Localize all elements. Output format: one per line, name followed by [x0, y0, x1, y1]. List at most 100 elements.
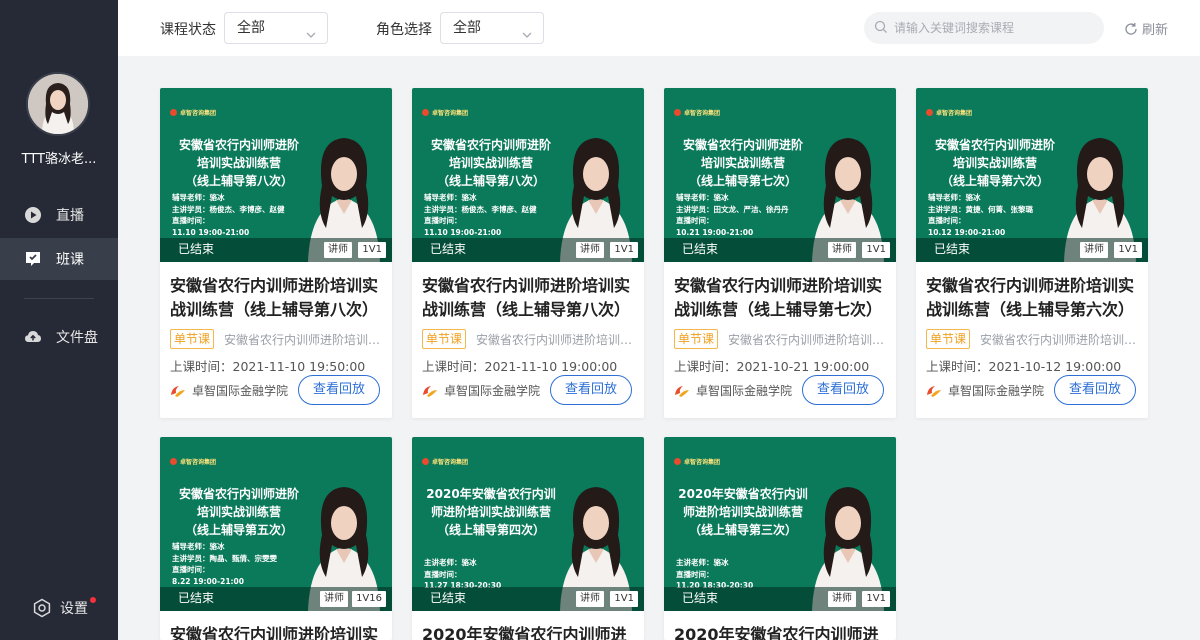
role-tag: 讲师	[576, 591, 604, 607]
org-logo-icon	[926, 384, 942, 398]
role-select[interactable]: 全部	[440, 12, 544, 44]
course-cover: 卓智咨询集团 安徽省农行内训师进阶 培训实战训练营 （线上辅导第六次） 辅导老师…	[916, 88, 1148, 262]
type-tag: 1V1	[1114, 242, 1142, 258]
nav-item-label: 班课	[56, 252, 84, 268]
course-title: 安徽省农行内训师进阶培训实战训练营（线上辅导第六次）	[926, 276, 1135, 319]
course-subtitle: 安徽省农行内训师进阶培训实战训练营	[476, 333, 636, 347]
org-name: 卓智国际金融学院	[444, 384, 541, 398]
nav-item-live[interactable]: 直播	[0, 194, 118, 236]
cover-info: 辅导老师：骆冰 主讲学员：杨俊杰、李博彦、赵健 直播时间： 11.10 19:0…	[172, 193, 285, 237]
status-label: 已结束	[178, 242, 215, 256]
view-replay-button[interactable]: 查看回放	[298, 375, 380, 405]
nav-item-label: 直播	[56, 208, 84, 224]
status-label: 已结束	[178, 591, 215, 605]
cover-title: 安徽省农行内训师进阶 培训实战训练营 （线上辅导第五次）	[178, 487, 299, 537]
avatar[interactable]	[26, 72, 90, 136]
type-tag: 1V1	[862, 591, 890, 607]
course-org: 卓智国际金融学院	[170, 382, 288, 399]
type-tag: 1V1	[610, 591, 638, 607]
course-title: 安徽省农行内训师进阶培训实战训练营（线上辅导第五次）	[170, 625, 379, 640]
course-type-badge: 单节课	[926, 329, 971, 349]
org-name: 卓智国际金融学院	[192, 384, 289, 398]
course-subtitle: 安徽省农行内训师进阶培训实战训练营	[224, 333, 384, 347]
cover-title: 安徽省农行内训师进阶 培训实战训练营 （线上辅导第八次）	[430, 138, 551, 188]
org-logo-icon	[170, 384, 186, 398]
refresh-button[interactable]: 刷新	[1124, 19, 1168, 38]
status-label: 已结束	[682, 242, 719, 256]
course-card[interactable]: 卓智咨询集团 安徽省农行内训师进阶 培训实战训练营 （线上辅导第八次） 辅导老师…	[160, 88, 392, 418]
settings-label: 设置	[60, 601, 88, 617]
course-org: 卓智国际金融学院	[926, 382, 1044, 399]
type-tag: 1V1	[610, 242, 638, 258]
course-time: 上课时间：2021-10-21 19:00:00	[674, 359, 870, 374]
course-org: 卓智国际金融学院	[674, 382, 792, 399]
type-tag: 1V1	[358, 242, 386, 258]
course-time: 上课时间：2021-11-10 19:00:00	[422, 359, 618, 374]
brand-logo: 卓智咨询集团	[674, 108, 720, 117]
type-tag: 1V1	[862, 242, 890, 258]
cover-info: 辅导老师：骆冰 主讲学员：黄捷、何菁、张黎璐 直播时间： 10.12 19:00…	[928, 193, 1033, 237]
refresh-icon	[1124, 22, 1138, 36]
cover-title: 安徽省农行内训师进阶 培训实战训练营 （线上辅导第七次）	[682, 138, 803, 188]
role-filter-label: 角色选择	[376, 22, 432, 38]
course-org: 卓智国际金融学院	[422, 382, 540, 399]
nav-item-class[interactable]: 班课	[0, 238, 118, 280]
role-tag: 讲师	[1080, 242, 1108, 258]
nav-item-files[interactable]: 文件盘	[0, 316, 118, 358]
org-name: 卓智国际金融学院	[948, 384, 1045, 398]
status-label: 已结束	[430, 242, 467, 256]
course-card[interactable]: 卓智咨询集团 安徽省农行内训师进阶 培训实战训练营 （线上辅导第八次） 辅导老师…	[412, 88, 644, 418]
course-type-badge: 单节课	[422, 329, 467, 349]
settings-button[interactable]: 设置	[32, 597, 96, 618]
brand-logo: 卓智咨询集团	[674, 457, 720, 466]
course-type-badge: 单节课	[674, 329, 719, 349]
course-title: 安徽省农行内训师进阶培训实战训练营（线上辅导第八次）	[422, 276, 631, 319]
search-input[interactable]	[894, 21, 1094, 35]
status-label: 已结束	[430, 591, 467, 605]
course-card[interactable]: 卓智咨询集团 安徽省农行内训师进阶 培训实战训练营 （线上辅导第五次） 辅导老师…	[160, 437, 392, 640]
course-card[interactable]: 卓智咨询集团 安徽省农行内训师进阶 培训实战训练营 （线上辅导第七次） 辅导老师…	[664, 88, 896, 418]
course-card[interactable]: 卓智咨询集团 2020年安徽省农行内训 师进阶培训实战训练营 （线上辅导第四次）…	[412, 437, 644, 640]
role-tag: 讲师	[576, 242, 604, 258]
nav-divider	[24, 298, 94, 299]
course-card[interactable]: 卓智咨询集团 2020年安徽省农行内训 师进阶培训实战训练营 （线上辅导第三次）…	[664, 437, 896, 640]
course-title: 2020年安徽省农行内训师进阶培训实战训练营（线上辅导第四次）	[422, 625, 627, 640]
cover-info: 辅导老师：骆冰 主讲学员：陶晶、甄倩、宗雯雯 直播时间： 8.22 19:00-…	[172, 542, 277, 586]
cover-title: 安徽省农行内训师进阶 培训实战训练营 （线上辅导第八次）	[178, 138, 299, 188]
course-cover: 卓智咨询集团 安徽省农行内训师进阶 培训实战训练营 （线上辅导第八次） 辅导老师…	[160, 88, 392, 262]
refresh-label: 刷新	[1142, 23, 1169, 38]
course-cover: 卓智咨询集团 2020年安徽省农行内训 师进阶培训实战训练营 （线上辅导第三次）…	[664, 437, 896, 611]
cover-title: 2020年安徽省农行内训 师进阶培训实战训练营 （线上辅导第四次）	[426, 487, 556, 537]
role-select-value: 全部	[453, 20, 481, 36]
course-subtitle: 安徽省农行内训师进阶培训实战训练营	[980, 333, 1140, 347]
role-tag: 讲师	[828, 591, 856, 607]
role-tag: 讲师	[320, 591, 348, 607]
gear-icon	[32, 598, 52, 618]
cover-info: 辅导老师：骆冰 主讲学员：杨俊杰、李博彦、赵健 直播时间： 11.10 19:0…	[424, 193, 537, 237]
chevron-down-icon	[521, 22, 533, 38]
view-replay-button[interactable]: 查看回放	[802, 375, 884, 405]
course-time: 上课时间：2021-11-10 19:50:00	[170, 359, 366, 374]
course-cover: 卓智咨询集团 安徽省农行内训师进阶 培训实战训练营 （线上辅导第八次） 辅导老师…	[412, 88, 644, 262]
chevron-down-icon	[305, 22, 317, 38]
cloud-upload-icon	[24, 328, 42, 346]
brand-logo: 卓智咨询集团	[170, 457, 216, 466]
brand-logo: 卓智咨询集团	[422, 108, 468, 117]
cover-title: 2020年安徽省农行内训 师进阶培训实战训练营 （线上辅导第三次）	[678, 487, 808, 537]
course-cover: 卓智咨询集团 2020年安徽省农行内训 师进阶培训实战训练营 （线上辅导第四次）…	[412, 437, 644, 611]
search-icon	[874, 19, 888, 38]
course-cover: 卓智咨询集团 安徽省农行内训师进阶 培训实战训练营 （线上辅导第七次） 辅导老师…	[664, 88, 896, 262]
view-replay-button[interactable]: 查看回放	[1054, 375, 1136, 405]
cover-title: 安徽省农行内训师进阶 培训实战训练营 （线上辅导第六次）	[934, 138, 1055, 188]
nav-item-label: 文件盘	[56, 330, 98, 346]
role-tag: 讲师	[828, 242, 856, 258]
play-circle-icon	[24, 206, 42, 224]
status-select[interactable]: 全部	[224, 12, 328, 44]
brand-logo: 卓智咨询集团	[926, 108, 972, 117]
brand-logo: 卓智咨询集团	[170, 108, 216, 117]
sidebar: TTT骆冰老... 直播 班课 文件盘 设置	[0, 0, 118, 640]
org-logo-icon	[422, 384, 438, 398]
org-logo-icon	[674, 384, 690, 398]
view-replay-button[interactable]: 查看回放	[550, 375, 632, 405]
course-card[interactable]: 卓智咨询集团 安徽省农行内训师进阶 培训实战训练营 （线上辅导第六次） 辅导老师…	[916, 88, 1148, 418]
